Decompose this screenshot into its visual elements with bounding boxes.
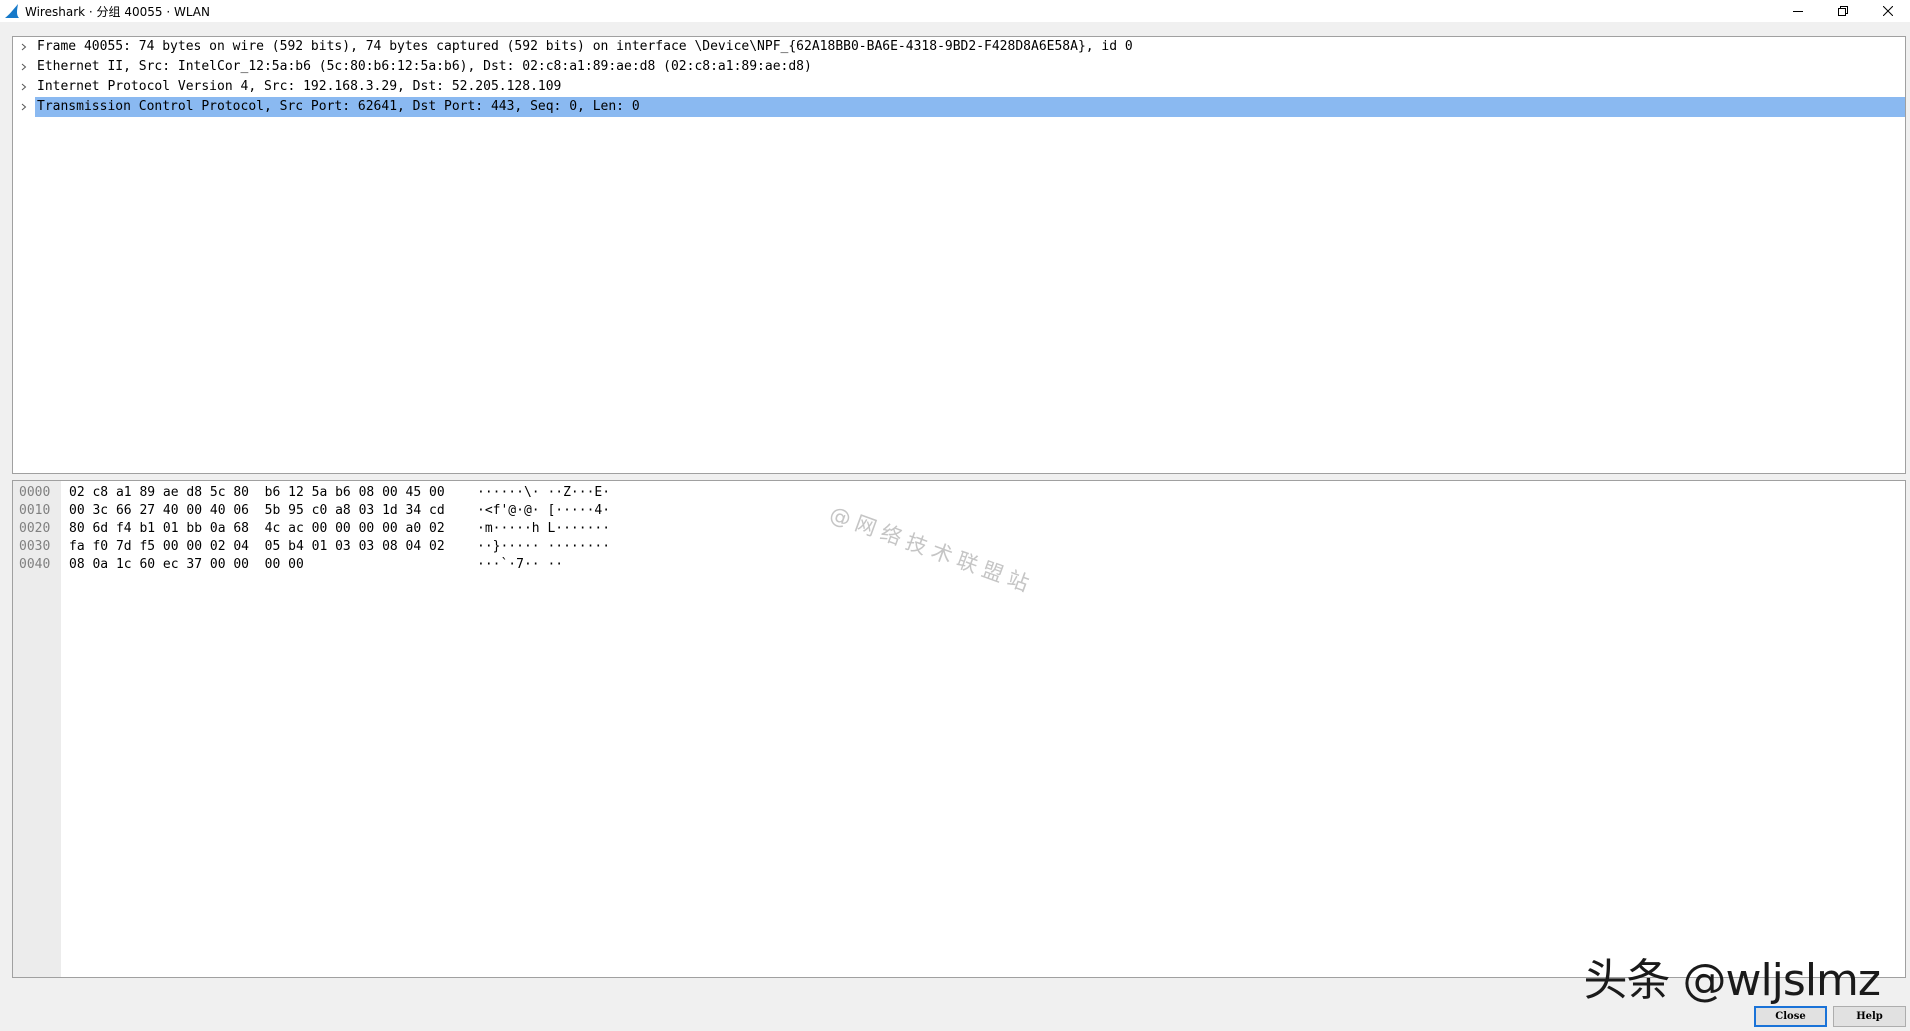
chevron-right-icon[interactable] [13,37,35,57]
byte-hex[interactable]: fa f0 7d f5 00 00 02 04 05 b4 01 03 03 0… [69,538,445,556]
byte-hex[interactable]: 00 3c 66 27 40 00 40 06 5b 95 c0 a8 03 1… [69,502,445,520]
tree-row-label: Internet Protocol Version 4, Src: 192.16… [37,79,562,94]
tree-row[interactable]: Ethernet II, Src: IntelCor_12:5a:b6 (5c:… [13,57,1905,77]
chevron-right-icon[interactable] [13,97,35,117]
tree-row-label: Ethernet II, Src: IntelCor_12:5a:b6 (5c:… [37,59,812,74]
help-button[interactable]: Help [1833,1006,1906,1027]
minimize-button[interactable] [1775,0,1820,22]
byte-ascii[interactable]: ···`·7·· ·· [477,556,563,574]
restore-button[interactable] [1820,0,1865,22]
restore-icon [1837,6,1848,16]
tree-row[interactable]: Transmission Control Protocol, Src Port:… [13,97,1905,117]
title-bar: Wireshark · 分组 40055 · WLAN [0,0,1910,22]
byte-hex[interactable]: 02 c8 a1 89 ae d8 5c 80 b6 12 5a b6 08 0… [69,484,445,502]
byte-ascii[interactable]: ··}····· ········ [477,538,610,556]
tree-row[interactable]: Internet Protocol Version 4, Src: 192.16… [13,77,1905,97]
close-icon [1882,6,1893,16]
minimize-icon [1792,6,1803,16]
window-title: Wireshark · 分组 40055 · WLAN [25,4,210,19]
byte-ascii[interactable]: ······\· ··Z···E· [477,484,610,502]
close-window-button[interactable] [1865,0,1910,22]
window-controls [1775,0,1910,22]
corner-watermark: 头条 @wljslmz [1583,955,1881,1006]
tree-row-label: Transmission Control Protocol, Src Port:… [35,97,1905,117]
tree-row-label: Frame 40055: 74 bytes on wire (592 bits)… [37,39,1133,54]
byte-ascii[interactable]: ·<f'@·@· [·····4· [477,502,610,520]
close-button[interactable]: Close [1754,1006,1827,1027]
byte-offset: 0020 [19,521,51,536]
packet-detail-tree[interactable]: Frame 40055: 74 bytes on wire (592 bits)… [12,36,1906,474]
tree-row[interactable]: Frame 40055: 74 bytes on wire (592 bits)… [13,37,1905,57]
byte-offset: 0040 [19,557,51,572]
byte-hex[interactable]: 08 0a 1c 60 ec 37 00 00 00 00 [69,556,304,574]
packet-detail-window: Wireshark · 分组 40055 · WLAN Frame 40055:… [0,0,1910,1031]
byte-offset: 0000 [19,485,51,500]
chevron-right-icon[interactable] [13,77,35,97]
wireshark-fin-icon [3,2,21,20]
byte-offset: 0010 [19,503,51,518]
chevron-right-icon[interactable] [13,57,35,77]
byte-ascii[interactable]: ·m·····h L······· [477,520,610,538]
byte-offset: 0030 [19,539,51,554]
byte-hex[interactable]: 80 6d f4 b1 01 bb 0a 68 4c ac 00 00 00 0… [69,520,445,538]
